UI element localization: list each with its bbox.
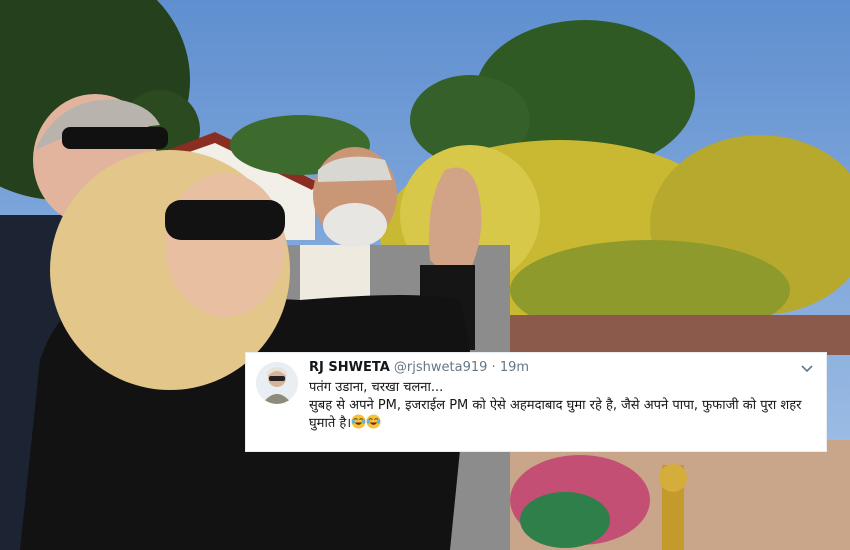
background-photo bbox=[0, 0, 850, 550]
display-name[interactable]: RJ SHWETA bbox=[309, 360, 390, 375]
face-with-tears-of-joy-icon bbox=[366, 414, 381, 429]
chevron-down-icon[interactable] bbox=[800, 361, 814, 375]
tweet-line-1: पतंग उडाना, चरखा चलना... bbox=[309, 380, 444, 395]
tweet-line-2: सुबह से अपने PM, इजराईल PM को ऐसे अहमदाब… bbox=[309, 397, 814, 433]
tweet-timestamp[interactable]: 19m bbox=[500, 360, 529, 375]
separator-dot: · bbox=[491, 360, 496, 375]
tweet-header: RJ SHWETA @rjshweta919 · 19m bbox=[309, 360, 529, 375]
face-with-tears-of-joy-icon bbox=[351, 414, 366, 429]
tweet-card: RJ SHWETA @rjshweta919 · 19m पतंग उडाना,… bbox=[245, 352, 827, 452]
tweet-text: पतंग उडाना, चरखा चलना... सुबह से अपने PM… bbox=[309, 379, 814, 433]
avatar[interactable] bbox=[256, 362, 298, 404]
user-handle[interactable]: @rjshweta919 bbox=[394, 360, 487, 375]
tweet-line-2-text: सुबह से अपने PM, इजराईल PM को ऐसे अहमदाब… bbox=[309, 397, 802, 432]
